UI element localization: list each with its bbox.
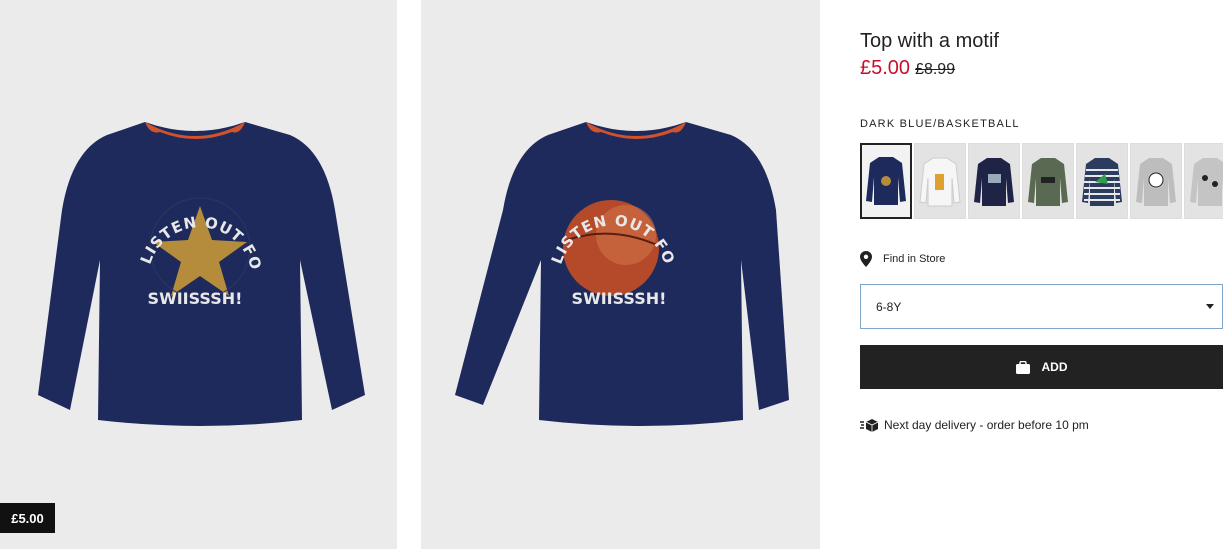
swatch-grey-spider[interactable] xyxy=(1184,143,1223,219)
price-row: £5.00 £8.99 xyxy=(860,57,955,80)
delivery-box-icon xyxy=(860,418,878,432)
product-image-flipped[interactable]: LISTEN OUT FOR THE SWIISSSH! xyxy=(421,0,820,549)
shirt-star-illustration: LISTEN OUT FOR THE SWIISSSH! xyxy=(0,0,365,426)
find-in-store-label: Find in Store xyxy=(883,253,946,265)
product-image-front[interactable]: LISTEN OUT FOR THE SWIISSSH! £5.00 xyxy=(0,0,397,549)
shirt-slogan-bottom-2: SWIISSSH! xyxy=(572,289,667,308)
size-select-value: 6-8Y xyxy=(876,299,902,314)
shopping-bag-icon xyxy=(1015,360,1030,374)
location-pin-icon xyxy=(860,251,872,267)
shirt-basketball-illustration: LISTEN OUT FOR THE SWIISSSH! xyxy=(421,0,789,426)
shirt-slogan-bottom: SWIISSSH! xyxy=(148,289,243,308)
color-swatches xyxy=(860,143,1223,219)
find-in-store-link[interactable]: Find in Store xyxy=(860,251,945,267)
sale-price: £5.00 xyxy=(860,57,911,79)
swatch-grey-football[interactable] xyxy=(1130,143,1182,219)
delivery-text: Next day delivery - order before 10 pm xyxy=(884,418,1089,432)
old-price: £8.99 xyxy=(915,61,956,78)
size-select[interactable]: 6-8Y xyxy=(860,284,1223,329)
price-badge: £5.00 xyxy=(0,503,55,533)
swatch-striped-dino[interactable] xyxy=(1076,143,1128,219)
swatch-khaki[interactable] xyxy=(1022,143,1074,219)
swatch-dark-blue-basketball[interactable] xyxy=(860,143,912,219)
selected-color-label: DARK BLUE/BASKETBALL xyxy=(860,118,1020,130)
chevron-down-icon xyxy=(1206,304,1214,309)
add-to-bag-button[interactable]: ADD xyxy=(860,345,1223,389)
delivery-info: Next day delivery - order before 10 pm xyxy=(860,418,1089,432)
swatch-white[interactable] xyxy=(914,143,966,219)
image-gap xyxy=(397,0,421,549)
add-button-label: ADD xyxy=(1041,360,1068,374)
swatch-navy-car[interactable] xyxy=(968,143,1020,219)
product-info-panel: Top with a motif £5.00 £8.99 DARK BLUE/BA… xyxy=(860,0,1223,549)
product-title: Top with a motif xyxy=(860,30,999,52)
